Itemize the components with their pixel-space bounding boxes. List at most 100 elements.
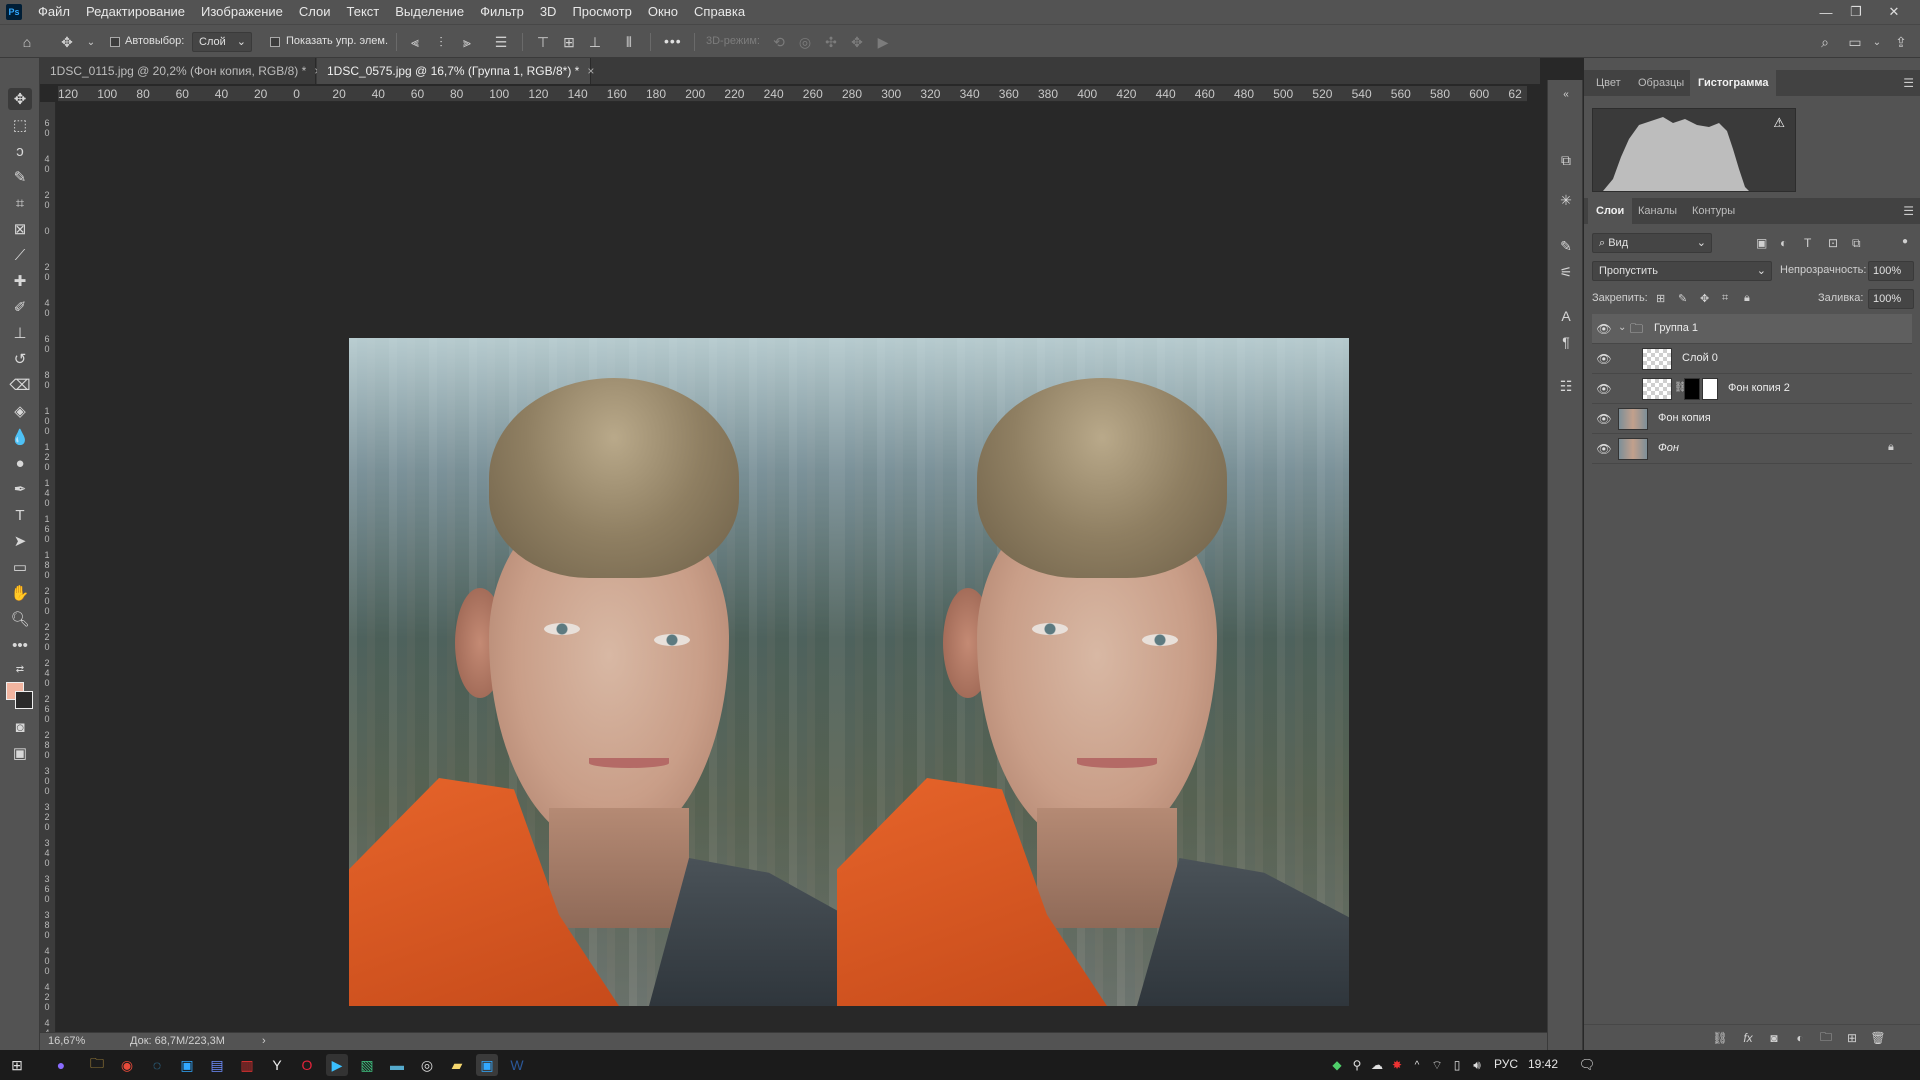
- tab-close-icon[interactable]: ×: [587, 64, 594, 78]
- rectangle-tool-icon[interactable]: ▭: [8, 556, 32, 578]
- path-select-tool-icon[interactable]: ➤: [8, 530, 32, 552]
- swap-colors-icon[interactable]: ⇄: [8, 662, 32, 676]
- yandex-icon[interactable]: Y: [266, 1054, 288, 1076]
- tab-document-1[interactable]: 1DSC_0115.jpg @ 20,2% (Фон копия, RGB/8)…: [40, 58, 321, 84]
- app-icon[interactable]: ▬: [386, 1054, 408, 1076]
- lock-all-icon[interactable]: 🔒︎: [1744, 292, 1750, 305]
- tray-icon[interactable]: ⚲: [1346, 1054, 1368, 1076]
- lasso-tool-icon[interactable]: ↄ: [8, 140, 32, 162]
- fill-input[interactable]: 100%: [1868, 289, 1914, 309]
- quick-mask-icon[interactable]: ◙: [8, 716, 32, 738]
- visibility-eye-icon[interactable]: 👁︎: [1596, 352, 1612, 366]
- filter-type-icon[interactable]: T: [1804, 236, 1811, 250]
- layer-row[interactable]: 👁︎ ⛓ Фон копия 2: [1592, 374, 1912, 404]
- fx-icon[interactable]: fx: [1740, 1030, 1756, 1046]
- lock-position-icon[interactable]: ✥: [1700, 292, 1709, 305]
- layer-row[interactable]: 👁︎ Фон 🔒︎: [1592, 434, 1912, 464]
- stamp-tool-icon[interactable]: ⊥: [8, 322, 32, 344]
- align-right-icon[interactable]: ⫸: [458, 33, 476, 51]
- opacity-input[interactable]: 100%: [1868, 261, 1914, 281]
- brush-tool-icon[interactable]: ✐: [8, 296, 32, 318]
- canvas-area[interactable]: [56, 102, 1527, 1032]
- shield-icon[interactable]: ◆: [1326, 1054, 1348, 1076]
- marquee-tool-icon[interactable]: ⬚: [8, 114, 32, 136]
- eraser-tool-icon[interactable]: ⌫: [8, 374, 32, 396]
- app-icon[interactable]: ●: [50, 1054, 72, 1076]
- align-bottom-icon[interactable]: ⊥: [586, 33, 604, 51]
- crop-tool-icon[interactable]: ⌗: [8, 192, 32, 214]
- blur-tool-icon[interactable]: 💧: [8, 426, 32, 448]
- new-group-icon[interactable]: 🗀: [1818, 1030, 1834, 1046]
- word-icon[interactable]: W: [506, 1054, 528, 1076]
- edge-icon[interactable]: ◌: [146, 1054, 168, 1076]
- pen-tool-icon[interactable]: ✒: [8, 478, 32, 500]
- tray-icon[interactable]: ✸: [1386, 1054, 1408, 1076]
- restore-icon[interactable]: ❐: [1842, 0, 1870, 24]
- warning-icon[interactable]: ⚠: [1773, 115, 1785, 131]
- filter-pixel-icon[interactable]: ▣: [1756, 236, 1767, 250]
- layer-row[interactable]: 👁︎ Фон копия: [1592, 404, 1912, 434]
- type-tool-icon[interactable]: T: [8, 504, 32, 526]
- character-panel-icon[interactable]: A: [1556, 306, 1576, 326]
- zoom-level[interactable]: 16,67%: [48, 1035, 85, 1047]
- status-more-arrow-icon[interactable]: ›: [262, 1035, 266, 1047]
- filter-toggle-icon[interactable]: ●: [1902, 236, 1908, 247]
- photoshop-taskbar-icon[interactable]: ▣: [176, 1054, 198, 1076]
- properties-panel-icon[interactable]: ☷: [1556, 376, 1576, 396]
- distribute-icon[interactable]: ☰: [492, 33, 510, 51]
- move-tool-icon[interactable]: ✥: [8, 88, 32, 110]
- visibility-eye-icon[interactable]: 👁︎: [1596, 382, 1612, 396]
- dodge-tool-icon[interactable]: ●: [8, 452, 32, 474]
- menu-edit[interactable]: Редактирование: [78, 0, 193, 24]
- lock-transparent-icon[interactable]: ⊞: [1656, 292, 1665, 305]
- close-icon[interactable]: ✕: [1880, 0, 1908, 24]
- move-tool-icon[interactable]: ✥: [58, 33, 76, 51]
- visibility-eye-icon[interactable]: 👁︎: [1596, 412, 1612, 426]
- align-left-icon[interactable]: ⫷: [406, 33, 424, 51]
- app-icon[interactable]: ▧: [356, 1054, 378, 1076]
- paragraph-panel-icon[interactable]: ¶: [1556, 332, 1576, 352]
- healing-brush-tool-icon[interactable]: ✚: [8, 270, 32, 292]
- visibility-eye-icon[interactable]: 👁︎: [1596, 322, 1612, 336]
- tab-paths[interactable]: Контуры: [1684, 198, 1743, 224]
- opera-icon[interactable]: O: [296, 1054, 318, 1076]
- notes-icon[interactable]: ▰: [446, 1054, 468, 1076]
- new-layer-icon[interactable]: ⊞: [1844, 1030, 1860, 1046]
- align-vcenter-icon[interactable]: ⊞: [560, 33, 578, 51]
- document-image[interactable]: [349, 338, 1349, 1006]
- share-icon[interactable]: ⇪: [1892, 33, 1910, 51]
- workspace-icon[interactable]: ▭: [1846, 33, 1864, 51]
- battery-icon[interactable]: ▯: [1446, 1054, 1468, 1076]
- search-icon[interactable]: ⌕: [1816, 33, 1834, 51]
- background-color-swatch[interactable]: [15, 691, 33, 709]
- menu-layers[interactable]: Слои: [291, 0, 339, 24]
- filter-shape-icon[interactable]: ⊡: [1828, 236, 1838, 250]
- more-tools-icon[interactable]: •••: [8, 634, 32, 656]
- paint-bucket-tool-icon[interactable]: ◈: [8, 400, 32, 422]
- wifi-icon[interactable]: ⌔: [1426, 1054, 1448, 1076]
- layer-filter-dropdown[interactable]: ⌕ Вид ⌄: [1592, 233, 1712, 253]
- tab-document-2[interactable]: 1DSC_0575.jpg @ 16,7% (Группа 1, RGB/8*)…: [317, 58, 594, 84]
- align-top-icon[interactable]: ⊤: [534, 33, 552, 51]
- lock-artboard-icon[interactable]: ⌗: [1722, 292, 1728, 305]
- add-mask-icon[interactable]: ◙: [1766, 1030, 1782, 1046]
- minimize-icon[interactable]: —: [1812, 0, 1840, 24]
- home-icon[interactable]: ⌂: [18, 33, 36, 51]
- mask-thumbnail[interactable]: [1702, 378, 1718, 400]
- frame-tool-icon[interactable]: ⊠: [8, 218, 32, 240]
- app-icon[interactable]: ▤: [206, 1054, 228, 1076]
- navigator-panel-icon[interactable]: ✳: [1556, 190, 1576, 210]
- menu-help[interactable]: Справка: [686, 0, 753, 24]
- autoselect-checkbox[interactable]: [110, 37, 120, 47]
- menu-view[interactable]: Просмотр: [564, 0, 639, 24]
- language-indicator[interactable]: РУС: [1494, 1057, 1518, 1071]
- screen-mode-icon[interactable]: ▣: [8, 742, 32, 764]
- tab-channels[interactable]: Каналы: [1630, 198, 1685, 224]
- visibility-eye-icon[interactable]: 👁︎: [1596, 442, 1612, 456]
- panel-menu-icon[interactable]: ☰: [1903, 76, 1914, 90]
- workspace-chevron-icon[interactable]: ⌄: [1868, 33, 1886, 51]
- menu-select[interactable]: Выделение: [387, 0, 472, 24]
- tray-icon[interactable]: ☁: [1366, 1054, 1388, 1076]
- notifications-icon[interactable]: 🗨︎: [1576, 1054, 1598, 1076]
- layer-row[interactable]: 👁︎ Слой 0: [1592, 344, 1912, 374]
